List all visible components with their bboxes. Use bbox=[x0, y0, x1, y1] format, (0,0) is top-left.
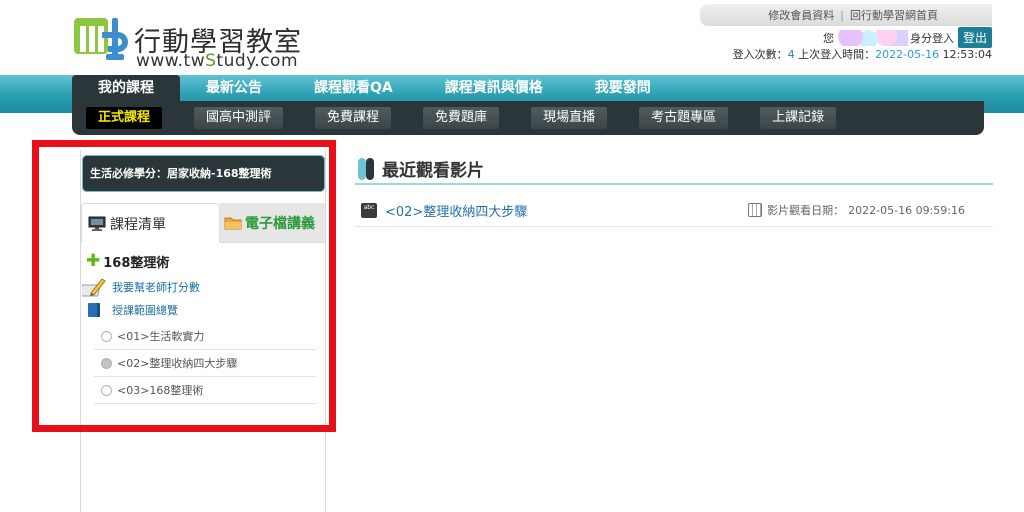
masked-username bbox=[835, 29, 908, 46]
highlight-box bbox=[32, 140, 336, 432]
site-url: www.twStudy.com bbox=[136, 51, 298, 71]
last-login-label: 上次登入時間： bbox=[798, 48, 876, 61]
nav-tab-my-courses[interactable]: 我的課程 bbox=[72, 75, 180, 101]
top-links: 修改會員資料 | 回行動學習網首頁 bbox=[700, 4, 992, 26]
subnav-assessment[interactable]: 國高中測評 bbox=[194, 107, 284, 129]
login-info: 登入次數：4 上次登入時間：2022-05-16 12:53:04 bbox=[733, 46, 992, 62]
page: 行動學習教室 www.twStudy.com 修改會員資料 | 回行動學習網首頁… bbox=[0, 0, 1024, 512]
site-url-highlight: S bbox=[205, 51, 217, 71]
logout-button[interactable]: 登出 bbox=[957, 27, 992, 48]
logo-mark-icon bbox=[74, 18, 128, 60]
welcome-line: 您 身分登入 登出 bbox=[823, 27, 992, 48]
welcome-prefix: 您 bbox=[822, 31, 834, 45]
recent-video-link[interactable]: abc <02>整理收納四大步驟 bbox=[361, 201, 527, 220]
watch-date: 影片觀看日期： 2022-05-16 09:59:16 bbox=[748, 202, 965, 218]
main-nav-tabs: 我的課程 最新公告 課程觀看QA 課程資訊與價格 我要發問 bbox=[72, 75, 677, 101]
subnav-past-exams[interactable]: 考古題專區 bbox=[639, 107, 729, 129]
watch-date-value: 2022-05-16 09:59:16 bbox=[848, 203, 965, 217]
subnav-formal-courses[interactable]: 正式課程 bbox=[86, 107, 163, 129]
home-link[interactable]: 回行動學習網首頁 bbox=[850, 7, 938, 23]
nav-tab-pricing[interactable]: 課程資訊與價格 bbox=[419, 75, 569, 101]
login-count: 4 bbox=[787, 48, 795, 61]
section-divider bbox=[355, 183, 993, 185]
subnav-free-courses[interactable]: 免費課程 bbox=[315, 107, 392, 129]
last-login-time: 12:53:04 bbox=[942, 48, 992, 61]
nav-tab-qa[interactable]: 課程觀看QA bbox=[288, 75, 419, 101]
site-url-suffix: tudy.com bbox=[216, 51, 299, 71]
nav-tab-news[interactable]: 最新公告 bbox=[180, 75, 288, 101]
video-icon: abc bbox=[361, 203, 377, 218]
last-login-date: 2022-05-16 bbox=[875, 48, 940, 61]
section-title-label: 最近觀看影片 bbox=[382, 161, 484, 181]
site-logo[interactable]: 行動學習教室 www.twStudy.com bbox=[72, 14, 312, 72]
subnav-records[interactable]: 上課記錄 bbox=[760, 107, 837, 129]
welcome-suffix: 身分登入 bbox=[909, 31, 954, 45]
top-links-separator: | bbox=[840, 8, 844, 22]
recent-video-row: abc <02>整理收納四大步驟 影片觀看日期： 2022-05-16 09:5… bbox=[355, 196, 993, 227]
login-count-label: 登入次數： bbox=[732, 48, 788, 61]
subnav-live[interactable]: 現場直播 bbox=[531, 107, 608, 129]
edit-profile-link[interactable]: 修改會員資料 bbox=[768, 7, 834, 23]
site-url-prefix: www.tw bbox=[136, 51, 206, 71]
recent-video-label: <02>整理收納四大步驟 bbox=[385, 205, 528, 220]
subnav-free-questions[interactable]: 免費題庫 bbox=[423, 107, 500, 129]
section-title: 最近觀看影片 bbox=[358, 156, 484, 181]
watch-date-label: 影片觀看日期： bbox=[767, 204, 845, 217]
title-bar-icon bbox=[358, 157, 376, 180]
nav-tab-ask[interactable]: 我要發問 bbox=[569, 75, 677, 101]
sub-navbar: 正式課程 國高中測評 免費課程 免費題庫 現場直播 考古題專區 上課記錄 bbox=[72, 101, 984, 135]
calendar-icon bbox=[748, 203, 763, 217]
